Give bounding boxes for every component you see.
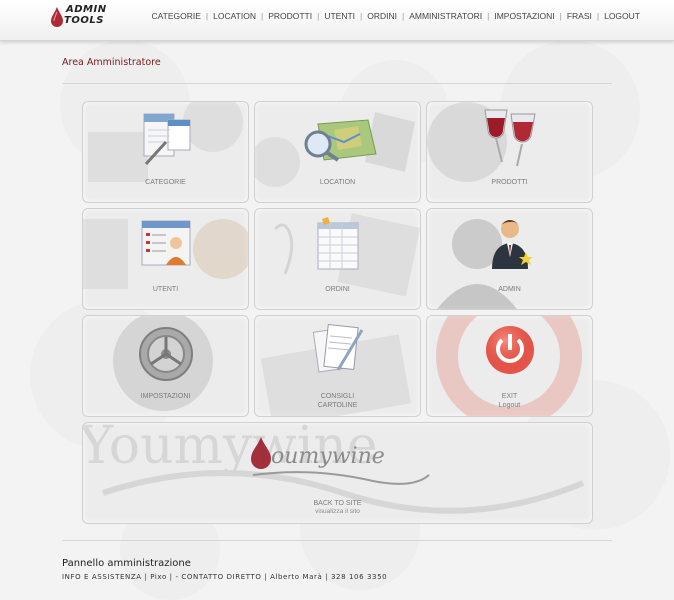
nav-amministratori[interactable]: AMMINISTRATORI <box>409 11 482 21</box>
divider <box>62 83 612 84</box>
nav-separator: | <box>596 11 600 21</box>
tile-label: PRODOTTI <box>491 179 528 186</box>
users-icon <box>141 220 190 266</box>
nav-prodotti[interactable]: PRODOTTI <box>268 11 312 21</box>
tile-ordini[interactable]: ORDINI <box>254 208 421 310</box>
nav-separator: | <box>559 11 562 21</box>
tile-label: ADMIN <box>498 286 521 293</box>
nav-logout[interactable]: LOGOUT <box>604 11 640 21</box>
logo-text-admin: ADMIN <box>66 4 107 15</box>
categories-icon <box>143 113 190 166</box>
nav-separator: | <box>205 11 209 21</box>
tile-impostazioni[interactable]: IMPOSTAZIONI <box>82 315 249 417</box>
tile-admin[interactable]: ADMIN <box>426 208 593 310</box>
tile-label: EXIT <box>501 393 518 400</box>
tile-label: LOCATION <box>319 179 356 186</box>
tile-label: CONSIGLI <box>320 393 355 400</box>
tile-label: IMPOSTAZIONI <box>140 393 191 400</box>
power-icon <box>485 326 534 374</box>
tile-label: CATEGORIE <box>145 179 186 186</box>
youmywine-logo: oumywine <box>251 437 430 485</box>
orders-icon <box>317 217 358 270</box>
tile-back-to-site[interactable]: Youmywine oumywine BACK TO SITE visualiz… <box>82 422 593 524</box>
nav-separator: | <box>260 11 264 21</box>
admin-icon <box>491 220 533 269</box>
nav-separator: | <box>487 11 490 21</box>
footer-contact-info: INFO E ASSISTENZA | Pixo | - CONTATTO DI… <box>62 573 388 581</box>
logo-text-tools: TOOLS <box>64 15 104 26</box>
tile-categorie[interactable]: CATEGORIE <box>82 101 249 203</box>
page-title: Area Amministratore <box>62 57 161 68</box>
tile-location[interactable]: LOCATION <box>254 101 421 203</box>
settings-icon <box>138 327 193 381</box>
tile-consigli[interactable]: CONSIGLI CARTOLINE <box>254 315 421 417</box>
nav-ordini[interactable]: ORDINI <box>367 11 397 21</box>
tile-label: ORDINI <box>325 286 350 293</box>
map-icon <box>304 119 377 162</box>
tile-label-secondary: CARTOLINE <box>317 402 358 409</box>
tile-label-secondary: Logout <box>498 402 521 409</box>
main-nav: CATEGORIE | LOCATION | PRODOTTI | UTENTI | ORDIN… <box>151 11 640 21</box>
brand-text: oumywine <box>271 444 385 469</box>
nav-separator: | <box>317 11 320 21</box>
back-to-site-sublabel: visualizza il sito <box>315 508 360 515</box>
nav-location[interactable]: LOCATION <box>213 11 256 21</box>
wine-glasses-icon <box>483 109 536 167</box>
admin-tools-logo[interactable]: ADMIN TOOLS <box>48 4 108 32</box>
notes-icon <box>312 323 363 373</box>
footer-title: Pannello amministrazione <box>62 558 191 569</box>
tile-utenti[interactable]: UTENTI <box>82 208 249 310</box>
nav-impostazioni[interactable]: IMPOSTAZIONI <box>494 11 554 21</box>
nav-separator: | <box>360 11 363 21</box>
tile-prodotti[interactable]: PRODOTTI <box>426 101 593 203</box>
tile-exit[interactable]: EXIT Logout <box>426 315 593 417</box>
top-header: ADMIN TOOLS CATEGORIE | LOCATION | PRODOTTI |… <box>0 0 674 41</box>
nav-utenti[interactable]: UTENTI <box>324 11 355 21</box>
nav-categorie[interactable]: CATEGORIE <box>151 11 200 21</box>
tile-label: UTENTI <box>152 286 179 293</box>
wine-drop-icon <box>51 7 63 27</box>
nav-frasi[interactable]: FRASI <box>567 11 592 21</box>
back-to-site-label: BACK TO SITE <box>313 500 362 507</box>
nav-separator: | <box>402 11 405 21</box>
divider <box>62 540 612 541</box>
